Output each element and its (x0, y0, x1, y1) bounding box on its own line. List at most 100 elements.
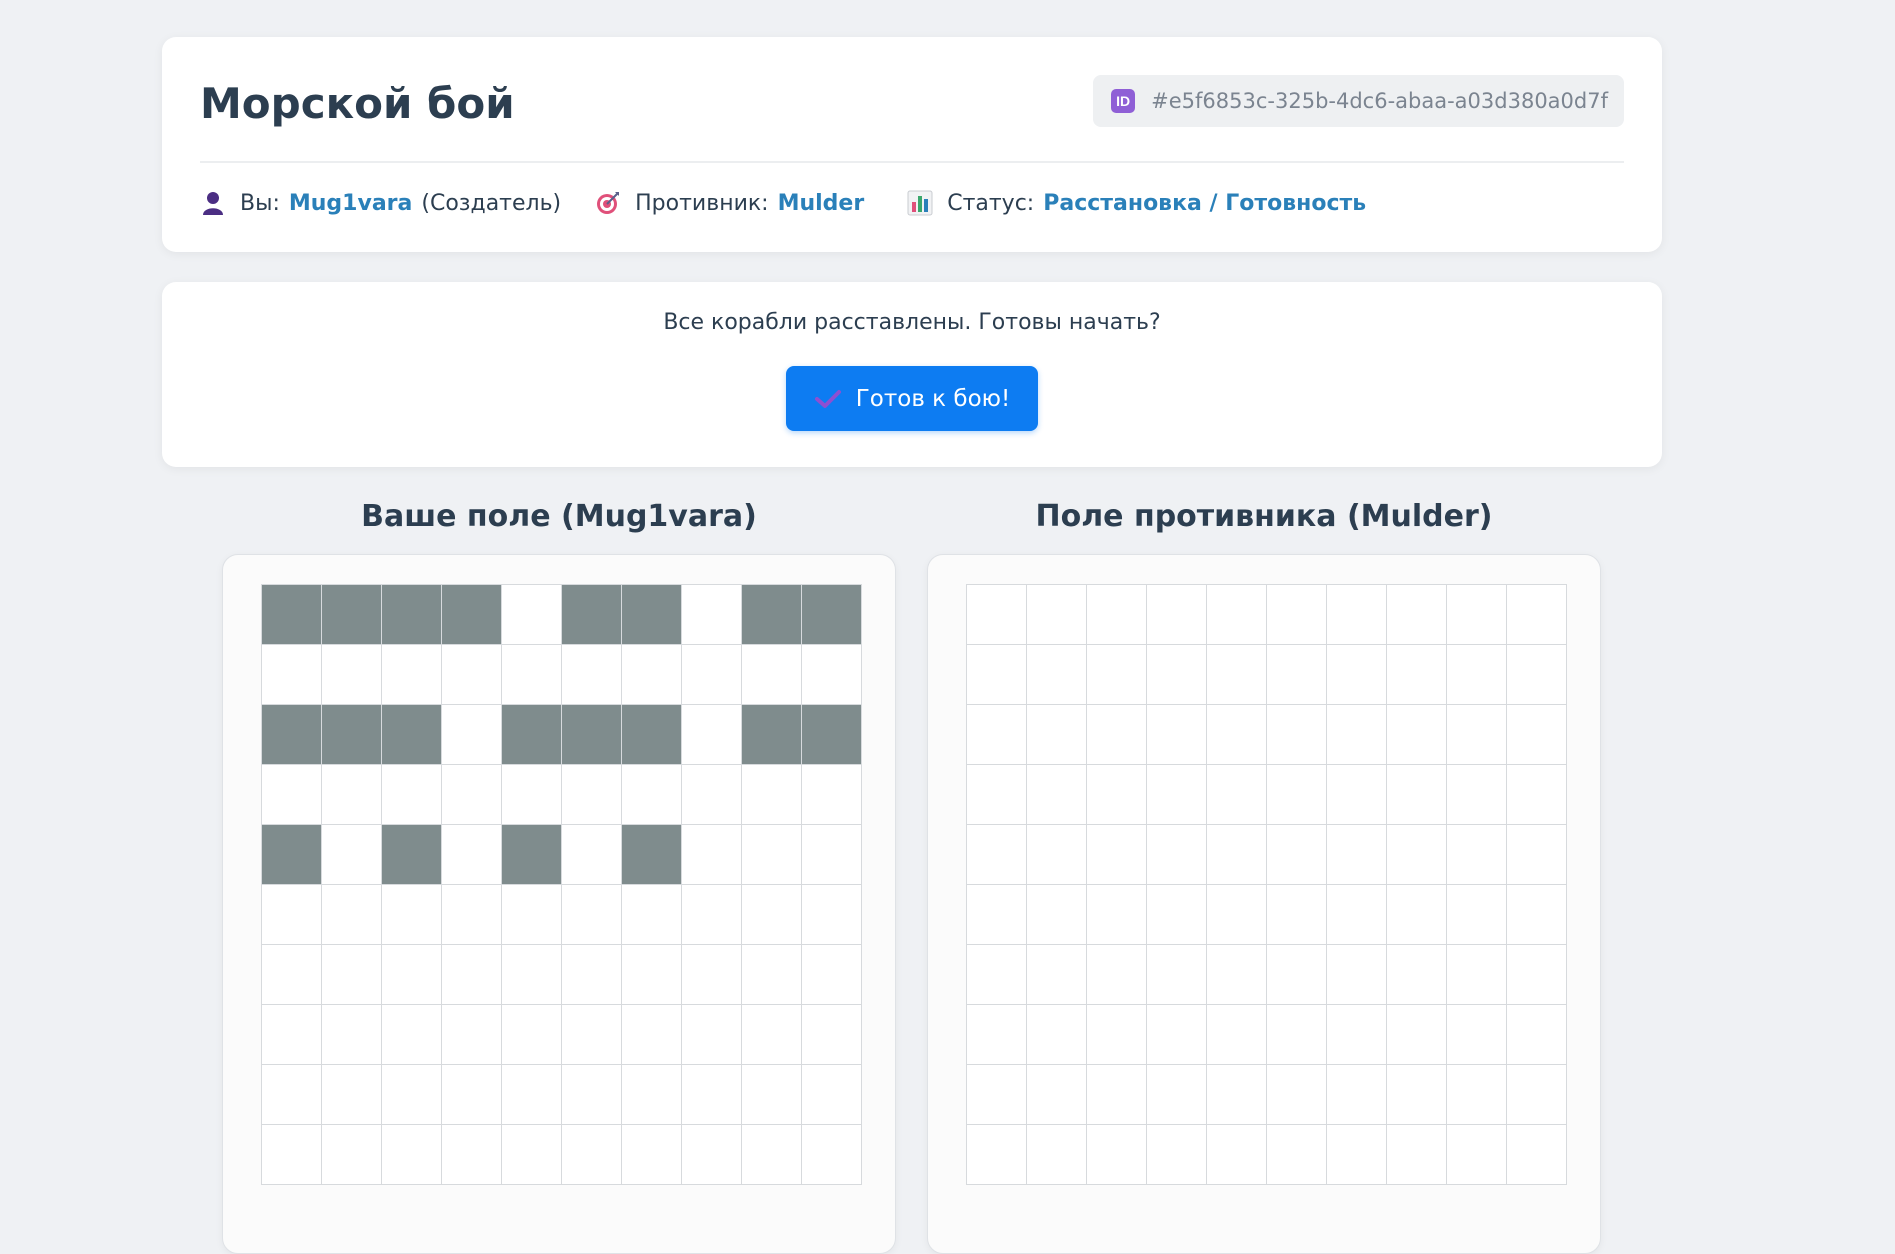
enemy-board-cell[interactable] (1147, 1065, 1207, 1125)
enemy-board-cell[interactable] (1387, 1005, 1447, 1065)
enemy-board-cell[interactable] (1447, 645, 1507, 705)
enemy-board-cell[interactable] (1147, 705, 1207, 765)
enemy-board-cell[interactable] (1387, 1125, 1447, 1185)
enemy-board-cell[interactable] (1207, 885, 1267, 945)
enemy-board-cell[interactable] (967, 1005, 1027, 1065)
enemy-board-cell[interactable] (1387, 945, 1447, 1005)
enemy-board-cell[interactable] (1087, 885, 1147, 945)
enemy-board-cell[interactable] (1267, 825, 1327, 885)
enemy-board-cell[interactable] (1087, 1065, 1147, 1125)
enemy-board-cell[interactable] (1327, 1005, 1387, 1065)
enemy-board-cell[interactable] (1027, 945, 1087, 1005)
enemy-board-cell[interactable] (1387, 645, 1447, 705)
enemy-board-cell[interactable] (1327, 765, 1387, 825)
enemy-board-cell[interactable] (1507, 885, 1567, 945)
enemy-board-cell[interactable] (1207, 585, 1267, 645)
enemy-board-cell[interactable] (1087, 765, 1147, 825)
enemy-board-cell[interactable] (967, 945, 1027, 1005)
enemy-board-cell[interactable] (1447, 1125, 1507, 1185)
enemy-board-cell[interactable] (1027, 1065, 1087, 1125)
enemy-board-cell[interactable] (967, 1065, 1027, 1125)
enemy-board-cell[interactable] (1327, 585, 1387, 645)
enemy-board-cell[interactable] (1327, 645, 1387, 705)
enemy-board-cell[interactable] (1267, 645, 1327, 705)
enemy-board-cell[interactable] (1507, 1065, 1567, 1125)
enemy-board-cell[interactable] (1507, 765, 1567, 825)
enemy-board-cell[interactable] (1087, 1005, 1147, 1065)
enemy-board-cell[interactable] (1147, 1125, 1207, 1185)
enemy-board-cell[interactable] (1207, 765, 1267, 825)
enemy-board-cell[interactable] (1387, 765, 1447, 825)
enemy-board-cell[interactable] (1207, 1005, 1267, 1065)
enemy-board-cell[interactable] (1447, 765, 1507, 825)
enemy-board-cell[interactable] (1027, 585, 1087, 645)
ready-button[interactable]: Готов к бою! (786, 366, 1038, 431)
enemy-board-cell[interactable] (1507, 945, 1567, 1005)
enemy-board-cell[interactable] (1087, 705, 1147, 765)
enemy-board-cell[interactable] (1207, 945, 1267, 1005)
enemy-board-cell[interactable] (1027, 1125, 1087, 1185)
enemy-board-cell[interactable] (967, 705, 1027, 765)
enemy-board-cell[interactable] (967, 645, 1027, 705)
enemy-board-cell[interactable] (1447, 945, 1507, 1005)
enemy-board-cell[interactable] (1447, 1065, 1507, 1125)
enemy-board-cell[interactable] (1387, 825, 1447, 885)
enemy-board-cell[interactable] (1027, 705, 1087, 765)
enemy-board-cell[interactable] (1507, 1125, 1567, 1185)
enemy-board-cell[interactable] (1267, 945, 1327, 1005)
enemy-board-cell[interactable] (1027, 765, 1087, 825)
enemy-board-cell[interactable] (967, 1125, 1027, 1185)
enemy-board-cell[interactable] (1387, 585, 1447, 645)
enemy-board-cell[interactable] (1147, 765, 1207, 825)
enemy-board-cell[interactable] (1027, 645, 1087, 705)
enemy-board-cell[interactable] (1327, 945, 1387, 1005)
enemy-board-cell[interactable] (1207, 1065, 1267, 1125)
enemy-board-cell[interactable] (1147, 1005, 1207, 1065)
enemy-board-cell[interactable] (1147, 945, 1207, 1005)
enemy-board-cell[interactable] (1147, 585, 1207, 645)
enemy-board-cell[interactable] (1267, 705, 1327, 765)
enemy-board-cell[interactable] (1387, 1065, 1447, 1125)
enemy-board-cell[interactable] (1327, 1065, 1387, 1125)
enemy-board-cell[interactable] (1087, 585, 1147, 645)
enemy-board-cell[interactable] (1207, 645, 1267, 705)
enemy-board-cell[interactable] (1267, 1065, 1327, 1125)
enemy-board-cell[interactable] (1267, 585, 1327, 645)
enemy-board-cell[interactable] (1087, 825, 1147, 885)
enemy-board-cell[interactable] (1147, 825, 1207, 885)
enemy-board-cell[interactable] (1147, 645, 1207, 705)
enemy-board-cell[interactable] (1387, 885, 1447, 945)
enemy-board-cell[interactable] (1447, 585, 1507, 645)
enemy-board-cell[interactable] (1087, 645, 1147, 705)
enemy-board-cell[interactable] (1207, 705, 1267, 765)
enemy-board-cell[interactable] (1507, 825, 1567, 885)
enemy-board-cell[interactable] (1327, 705, 1387, 765)
enemy-board-cell[interactable] (1327, 1125, 1387, 1185)
enemy-board-cell[interactable] (1447, 705, 1507, 765)
enemy-board-cell[interactable] (967, 765, 1027, 825)
enemy-board-cell[interactable] (1507, 645, 1567, 705)
enemy-board-cell[interactable] (1027, 1005, 1087, 1065)
enemy-board-cell[interactable] (1147, 885, 1207, 945)
enemy-board-cell[interactable] (1507, 705, 1567, 765)
enemy-board-cell[interactable] (1447, 885, 1507, 945)
enemy-board-cell[interactable] (1507, 585, 1567, 645)
enemy-board-cell[interactable] (1087, 1125, 1147, 1185)
enemy-board-cell[interactable] (1507, 1005, 1567, 1065)
enemy-board-cell[interactable] (1087, 945, 1147, 1005)
enemy-board-cell[interactable] (1267, 1125, 1327, 1185)
enemy-board-cell[interactable] (1267, 1005, 1327, 1065)
enemy-board-cell[interactable] (967, 885, 1027, 945)
enemy-board-cell[interactable] (1027, 885, 1087, 945)
enemy-board-cell[interactable] (967, 585, 1027, 645)
enemy-board-cell[interactable] (1327, 825, 1387, 885)
enemy-board-cell[interactable] (1447, 825, 1507, 885)
enemy-board-cell[interactable] (1267, 765, 1327, 825)
enemy-board-cell[interactable] (1327, 885, 1387, 945)
enemy-board-cell[interactable] (1387, 705, 1447, 765)
enemy-board-cell[interactable] (1267, 885, 1327, 945)
enemy-board-cell[interactable] (1207, 1125, 1267, 1185)
enemy-board-cell[interactable] (967, 825, 1027, 885)
enemy-board-cell[interactable] (1207, 825, 1267, 885)
enemy-board-cell[interactable] (1027, 825, 1087, 885)
